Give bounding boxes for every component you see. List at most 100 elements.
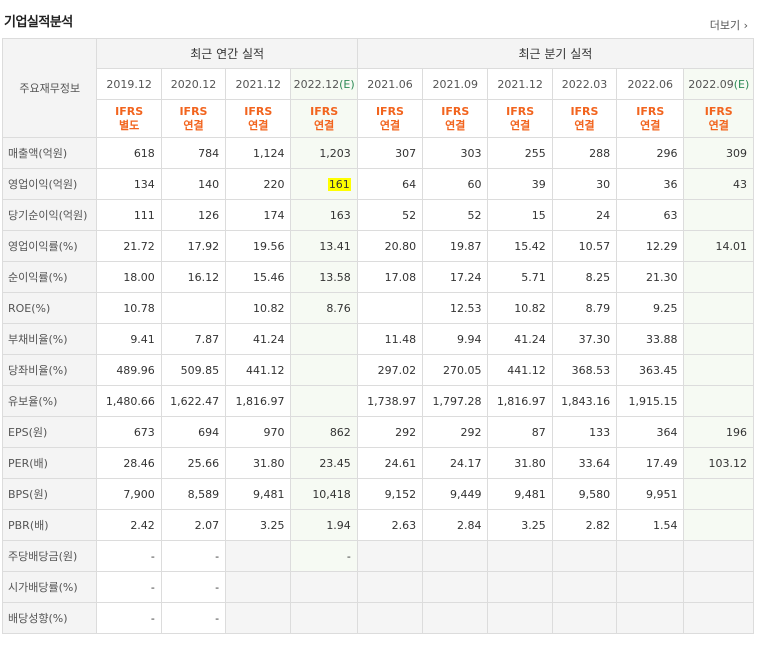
table-cell [683,261,754,293]
table-cell: 37.30 [551,323,618,355]
accounting-standard: IFRS 연결 [290,99,358,138]
table-cell: 87 [487,416,553,448]
table-cell: 363.45 [616,354,685,386]
table-cell: 255 [487,137,553,169]
table-cell [160,292,227,324]
section-title: 기업실적분석 [4,15,73,30]
table-cell [356,571,424,603]
table-row: 주당배당금(원) - - - [1,540,754,572]
table-cell [683,602,754,634]
table-row: 유보율(%) 1,480.66 1,622.47 1,816.97 1,738.97 1,… [1,385,754,417]
table-cell: 309 [683,137,754,169]
table-cell: 133 [551,416,618,448]
table-cell: 292 [422,416,489,448]
table-body: 매출액(억원) 618 784 1,124 1,203 307 303 255 288 296 30… [1,137,754,634]
row-header-label: 주요재무정보 [1,38,98,138]
table-cell: 15 [487,199,553,231]
table-cell [225,571,292,603]
table-cell: 694 [160,416,227,448]
row-label: 주당배당금(원) [1,540,98,572]
table-cell: 673 [96,416,162,448]
accounting-standard: IFRS 별도 [96,99,162,138]
table-cell [683,509,754,541]
period-header: 2021.09 [422,68,489,100]
table-row: 당기순이익(억원) 111 126 174 163 52 52 15 24 63 [1,199,754,231]
table-cell: 39 [487,168,553,200]
table-cell: 43 [683,168,754,200]
more-label: 더보기 [709,19,741,32]
table-cell: 20.80 [356,230,424,262]
table-cell: 60 [422,168,489,200]
table-cell: 7,900 [96,478,162,510]
table-cell: 31.80 [487,447,553,479]
table-cell: 1,816.97 [225,385,292,417]
table-cell [225,540,292,572]
table-cell [290,354,358,386]
row-label: ROE(%) [1,292,98,324]
table-cell: 8.79 [551,292,618,324]
row-label: 배당성향(%) [1,602,98,634]
table-cell [290,323,358,355]
table-cell: - [160,571,227,603]
table-cell: 784 [160,137,227,169]
table-cell: 296 [616,137,685,169]
table-cell: 134 [96,168,162,200]
period-row: 2019.12 2020.12 2021.12 2022.12(E) 2021.06 20… [3,68,754,100]
table-cell: 9,951 [616,478,685,510]
table-cell: 16.12 [160,261,227,293]
table-cell: 10.82 [225,292,292,324]
table-cell: 5.71 [487,261,553,293]
table-cell: 2.42 [96,509,162,541]
table-row: 영업이익(억원) 134 140 220 161 64 60 39 30 36 43 [1,168,754,200]
table-cell: 288 [551,137,618,169]
table-cell: 9,152 [356,478,424,510]
period-header: 2022.06 [616,68,685,100]
table-cell: 19.56 [225,230,292,262]
row-label: PBR(배) [1,509,98,541]
table-cell: 8,589 [160,478,227,510]
table-cell [616,571,685,603]
quarterly-group-header: 최근 분기 실적 [356,38,755,69]
table-cell [290,571,358,603]
table-row: 당좌비율(%) 489.96 509.85 441.12 297.02 270.05 441… [1,354,754,386]
table-cell: 9.94 [422,323,489,355]
table-cell [356,292,424,324]
section-header: 기업실적분석 더보기 › [0,0,758,38]
table-cell: 7.87 [160,323,227,355]
table-cell: 862 [290,416,358,448]
table-cell: 41.24 [225,323,292,355]
table-cell: 31.80 [225,447,292,479]
table-cell [422,571,489,603]
more-link[interactable]: 더보기 › [710,17,748,33]
table-cell [683,385,754,417]
table-cell: 21.72 [96,230,162,262]
table-cell: 1,797.28 [422,385,489,417]
table-cell: - [96,571,162,603]
accounting-standard: IFRS 연결 [551,99,618,138]
table-cell: 14.01 [683,230,754,262]
table-cell [225,602,292,634]
financial-table: 주요재무정보 최근 연간 실적 최근 분기 실적 2019.12 2020.12 2… [1,38,755,634]
table-cell: 618 [96,137,162,169]
period-header: 2022.12(E) [290,68,358,100]
row-label: 매출액(억원) [1,137,98,169]
table-row: PER(배) 28.46 25.66 31.80 23.45 24.61 24.17 31.8… [1,447,754,479]
table-cell: 1,203 [290,137,358,169]
table-cell: 8.25 [551,261,618,293]
table-cell: 509.85 [160,354,227,386]
table-cell: 64 [356,168,424,200]
table-cell: 3.25 [487,509,553,541]
table-row: 영업이익률(%) 21.72 17.92 19.56 13.41 20.80 19.87 15… [1,230,754,262]
table-cell: 1,915.15 [616,385,685,417]
table-cell: 9,481 [487,478,553,510]
table-row: 배당성향(%) - - [1,602,754,634]
table-cell: 10.57 [551,230,618,262]
table-cell: 17.24 [422,261,489,293]
table-cell [683,292,754,324]
row-label: EPS(원) [1,416,98,448]
table-cell [551,571,618,603]
period-header: 2022.03 [551,68,618,100]
table-cell: 19.87 [422,230,489,262]
table-cell: 368.53 [551,354,618,386]
row-label: 시가배당률(%) [1,571,98,603]
